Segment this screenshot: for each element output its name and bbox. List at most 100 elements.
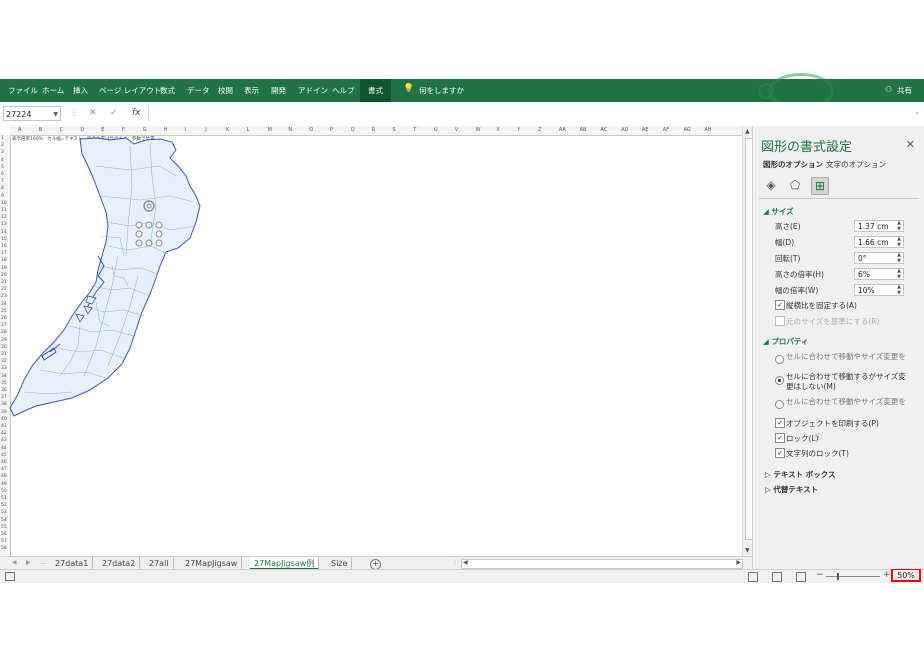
tell-me-search[interactable]: 何をしますか [419,85,464,96]
scale-width-input[interactable]: 10% ▲ ▼ [854,284,904,296]
radio-no-move[interactable] [775,400,784,409]
scroll-thumb[interactable] [745,138,752,540]
section-textbox[interactable]: ▷ テキスト ボックス [765,469,836,480]
page-layout-view-icon[interactable] [772,572,782,582]
tab-shape-options[interactable]: 図形のオプション [763,159,823,170]
tab-developer[interactable]: 開発 [271,85,286,96]
scroll-up-icon[interactable]: ▲ [745,128,750,135]
width-input[interactable]: 1.66 cm ▲ ▼ [854,236,904,248]
horizontal-scrollbar[interactable]: ◀ ▶ [461,559,743,569]
lightbulb-icon: 💡 [403,84,415,94]
spin-arrows-icon[interactable]: ▲ ▼ [897,236,901,248]
resize-handle[interactable] [155,221,163,229]
zoom-out-icon[interactable]: − [816,570,824,580]
lock-aspect-checkbox[interactable]: ✓ [775,300,785,310]
height-value: 1.37 cm [858,222,889,231]
spin-arrows-icon[interactable]: ▲ ▼ [897,284,901,296]
scroll-left-icon[interactable]: ◀ [463,559,468,566]
print-object-checkbox[interactable]: ✓ [775,418,785,428]
height-input[interactable]: 1.37 cm ▲ ▼ [854,220,904,232]
scale-width-label: 幅の倍率(W) [775,286,819,295]
section-size-label: サイズ [771,207,794,216]
tab-addins[interactable]: アドイン [298,85,328,96]
info-icon[interactable]: ⓘ [815,432,822,442]
prefecture-outline[interactable] [9,137,201,417]
rotation-input[interactable]: 0° ▲ ▼ [854,252,904,264]
radio-move-no-size[interactable] [775,376,784,385]
tab-help[interactable]: ヘルプ [332,85,355,96]
lock-text-checkbox[interactable]: ✓ [775,448,785,458]
tab-file[interactable]: ファイル [8,85,38,96]
tab-format[interactable]: 書式 [360,79,391,102]
divider [759,198,919,199]
split-handle-icon[interactable]: ⋮ [452,559,458,566]
rotation-value: 0° [858,254,867,263]
tab-formulas[interactable]: 数式 [160,85,175,96]
locked-checkbox[interactable]: ✓ [775,433,785,443]
macro-record-icon[interactable] [5,572,15,581]
zoom-slider[interactable] [826,573,880,580]
resize-handle[interactable] [135,221,143,229]
height-label: 高さ(E) [775,222,801,231]
lock-aspect-label: 縦横比を固定する(A) [786,301,857,310]
spin-arrows-icon[interactable]: ▲ ▼ [897,220,901,232]
insert-function-button[interactable]: fx [132,108,141,118]
expand-formula-icon[interactable]: ⌄ [914,108,920,116]
effects-pentagon-icon[interactable]: ⬠ [787,177,803,193]
prev-sheet-icon[interactable]: ◀ [12,559,17,566]
spin-arrows-icon[interactable]: ▲ ▼ [897,252,901,264]
scroll-down-icon[interactable]: ▼ [745,547,750,554]
resize-handle[interactable] [135,230,143,238]
zoom-in-icon[interactable]: + [883,570,891,580]
section-properties[interactable]: ◢ プロパティ [763,336,808,347]
resize-handle[interactable] [135,239,143,247]
fill-line-icon[interactable]: ◈ [763,177,779,193]
next-sheet-icon[interactable]: ▶ [26,559,31,566]
section-alt-text[interactable]: ▷ 代替テキスト [765,484,818,495]
spin-arrows-icon[interactable]: ▲ ▼ [897,268,901,280]
name-box[interactable]: 27224 ▼ [3,106,61,121]
format-shape-pane: 図形の書式設定 ✕ 図形のオプション 文字のオプション ◈ ⬠ ⊞ ◢ サイズ … [752,126,924,569]
resize-handle[interactable] [145,239,153,247]
close-icon[interactable]: ✕ [906,138,915,151]
tab-insert[interactable]: 挿入 [73,85,88,96]
size-properties-icon[interactable]: ⊞ [811,177,829,195]
section-properties-label: プロパティ [771,337,809,346]
chevron-down-icon[interactable]: ▼ [53,107,58,122]
resize-handle[interactable] [145,221,153,229]
section-size[interactable]: ◢ サイズ [763,206,794,217]
radio-move-size[interactable] [775,355,784,364]
tab-text-options[interactable]: 文字のオプション [826,159,886,170]
more-sheets-icon[interactable]: … [40,559,46,566]
resize-handle[interactable] [155,230,163,238]
scale-height-value: 6% [858,270,870,279]
zoom-slider-knob[interactable] [837,573,839,580]
scroll-right-icon[interactable]: ▶ [736,559,741,566]
tab-page-layout[interactable]: ページ レイアウト [99,85,161,96]
cancel-icon[interactable]: ✕ [89,108,97,118]
tab-review[interactable]: 校閲 [218,85,233,96]
formula-input[interactable] [148,106,909,121]
relative-original-checkbox [775,316,785,326]
tab-home[interactable]: ホーム [42,85,64,96]
radio-move-no-size-label: セルに合わせて移動するがサイズ変更はしない(M) [786,372,906,391]
radio-no-move-label: セルに合わせて移動やサイズ変更をしない(D) [786,397,906,406]
radio-move-size-label: セルに合わせて移動やサイズ変更をする(S) [786,352,906,361]
worksheet[interactable]: A B C D E F G H I J K L M N O P Q R S T U V W X Y Z AA AB AC AD AE AF AG… [0,126,752,556]
scale-height-label: 高さの倍率(H) [775,270,824,279]
vertical-scrollbar[interactable]: ▲ ▼ [742,126,752,556]
tab-data[interactable]: データ [187,85,210,96]
resize-handle[interactable] [155,239,163,247]
section-textbox-label: テキスト ボックス [773,470,836,479]
share-button[interactable]: 共有 [897,85,912,96]
tab-view[interactable]: 表示 [244,85,259,96]
lock-text-label: 文字列のロック(T) [786,449,849,458]
normal-view-icon[interactable] [748,572,758,582]
zoom-level[interactable]: 50% [891,568,921,582]
width-label: 幅(D) [775,238,795,247]
locked-label: ロック(L) [786,434,819,443]
scale-height-input[interactable]: 6% ▲ ▼ [854,268,904,280]
enter-icon[interactable]: ✓ [110,108,118,118]
page-break-view-icon[interactable] [796,572,806,582]
person-icon[interactable]: ⚇ [885,85,892,94]
